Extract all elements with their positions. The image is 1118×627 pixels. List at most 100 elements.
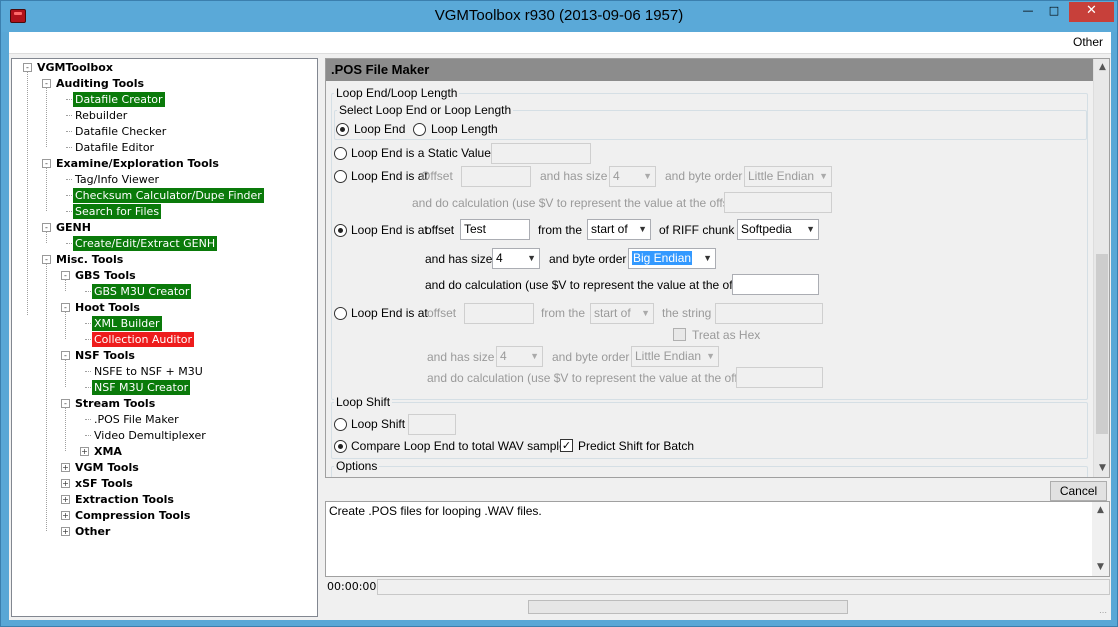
tree-datafile-editor[interactable]: Datafile Editor: [73, 140, 156, 155]
expand-icon[interactable]: +: [61, 511, 70, 520]
tree-create-genh[interactable]: Create/Edit/Extract GENH: [73, 236, 218, 251]
size-select-3[interactable]: 4 ▼: [496, 346, 543, 367]
collapse-icon[interactable]: -: [61, 399, 70, 408]
riff-chunk-select[interactable]: Softpedia ▼: [737, 219, 819, 240]
chevron-down-icon: ▼: [641, 308, 650, 318]
tree-collection-auditor[interactable]: Collection Auditor: [92, 332, 195, 347]
scroll-up-icon[interactable]: ▲: [1094, 59, 1109, 76]
offset-label-2: offset: [425, 223, 455, 237]
tree-rebuilder[interactable]: Rebuilder: [73, 108, 129, 123]
tree-compression-tools[interactable]: Compression Tools: [73, 508, 192, 523]
tree-genh[interactable]: GENH: [54, 220, 93, 235]
loop-shift-input[interactable]: [408, 414, 456, 435]
calc-input-1[interactable]: [724, 192, 832, 213]
scroll-down-icon[interactable]: ▼: [1094, 460, 1109, 477]
predict-shift-checkbox[interactable]: ✓: [560, 439, 573, 452]
static-value-radio[interactable]: [334, 147, 347, 160]
scroll-thumb[interactable]: [1096, 254, 1108, 434]
tree-root[interactable]: VGMToolbox: [35, 60, 115, 75]
options-group-title: Options: [334, 459, 380, 473]
collapse-icon[interactable]: -: [61, 271, 70, 280]
loop-shift-radio[interactable]: [334, 418, 347, 431]
offset-input-3[interactable]: [464, 303, 534, 324]
byte-order-select-2[interactable]: Big Endian ▼: [628, 248, 716, 269]
log-scrollbar[interactable]: ▲ ▼: [1092, 502, 1109, 576]
loop-end-at-radio-3[interactable]: [334, 307, 347, 320]
tree-auditing-tools[interactable]: Auditing Tools: [54, 76, 146, 91]
tree-stream-tools[interactable]: Stream Tools: [73, 396, 157, 411]
offset-input-1[interactable]: [461, 166, 531, 187]
tree-datafile-creator[interactable]: Datafile Creator: [73, 92, 165, 107]
string-input[interactable]: [715, 303, 823, 324]
tree-xma[interactable]: XMA: [92, 444, 124, 459]
tree-gbs-m3u-creator[interactable]: GBS M3U Creator: [92, 284, 192, 299]
tree-extraction-tools[interactable]: Extraction Tools: [73, 492, 176, 507]
collapse-icon[interactable]: -: [42, 223, 51, 232]
expand-icon[interactable]: +: [61, 527, 70, 536]
tree-datafile-checker[interactable]: Datafile Checker: [73, 124, 168, 139]
static-value-label: Loop End is a Static Value: [351, 146, 491, 160]
collapse-icon[interactable]: -: [61, 303, 70, 312]
maximize-button[interactable]: □: [1041, 2, 1067, 22]
collapse-icon[interactable]: -: [23, 63, 32, 72]
tree-xml-builder[interactable]: XML Builder: [92, 316, 162, 331]
tree-nsf-tools[interactable]: NSF Tools: [73, 348, 137, 363]
collapse-icon[interactable]: -: [42, 255, 51, 264]
treat-hex-checkbox[interactable]: [673, 328, 686, 341]
resize-grip-icon[interactable]: ⋯: [1099, 608, 1109, 618]
tree-hoot-tools[interactable]: Hoot Tools: [73, 300, 142, 315]
collapse-icon[interactable]: -: [42, 79, 51, 88]
collapse-icon[interactable]: -: [61, 351, 70, 360]
loop-end-at-label-3: Loop End is at: [351, 306, 428, 320]
tree-video-demultiplexer[interactable]: Video Demultiplexer: [92, 428, 208, 443]
cancel-button[interactable]: Cancel: [1050, 481, 1107, 501]
size-select-2[interactable]: 4 ▼: [492, 248, 540, 269]
tree-checksum-calculator[interactable]: Checksum Calculator/Dupe Finder: [73, 188, 264, 203]
tree-xsf-tools[interactable]: xSF Tools: [73, 476, 135, 491]
loop-end-radio[interactable]: [336, 123, 349, 136]
compare-radio[interactable]: [334, 440, 347, 453]
title-bar[interactable]: VGMToolbox r930 (2013-09-06 1957) — □ ✕: [1, 1, 1117, 32]
minimize-button[interactable]: —: [1015, 2, 1041, 22]
tree-misc-tools[interactable]: Misc. Tools: [54, 252, 125, 267]
menu-other[interactable]: Other: [1073, 35, 1103, 49]
chevron-down-icon: ▼: [703, 253, 712, 263]
scroll-up-icon[interactable]: ▲: [1092, 502, 1109, 519]
loop-length-radio[interactable]: [413, 123, 426, 136]
tree-nsfe-to-nsf[interactable]: NSFE to NSF + M3U: [92, 364, 205, 379]
position-select-3[interactable]: start of ▼: [590, 303, 654, 324]
loop-end-at-radio-2[interactable]: [334, 224, 347, 237]
expand-icon[interactable]: +: [61, 479, 70, 488]
byte-order-select-1[interactable]: Little Endian ▼: [744, 166, 832, 187]
static-value-input[interactable]: [491, 143, 591, 164]
has-size-label-1: and has size: [540, 169, 608, 183]
expand-icon[interactable]: +: [61, 495, 70, 504]
close-button[interactable]: ✕: [1069, 2, 1114, 22]
collapse-icon[interactable]: -: [42, 159, 51, 168]
expand-icon[interactable]: +: [61, 463, 70, 472]
log-output[interactable]: Create .POS files for looping .WAV files…: [325, 501, 1110, 577]
byte-order-select-3[interactable]: Little Endian ▼: [631, 346, 719, 367]
expand-icon[interactable]: +: [80, 447, 89, 456]
tree-other[interactable]: Other: [73, 524, 112, 539]
tree-search-for-files[interactable]: Search for Files: [73, 204, 162, 219]
offset-input-2[interactable]: Test: [460, 219, 530, 240]
panel-scrollbar[interactable]: ▲ ▼: [1093, 59, 1109, 477]
calc-input-2[interactable]: [732, 274, 819, 295]
loop-end-label: Loop End: [354, 122, 406, 136]
tree-tag-info-viewer[interactable]: Tag/Info Viewer: [73, 172, 161, 187]
tree-pos-file-maker[interactable]: .POS File Maker: [92, 412, 181, 427]
tool-tree[interactable]: - VGMToolbox - Auditing Tools Datafile C…: [11, 58, 318, 617]
tree-nsf-m3u-creator[interactable]: NSF M3U Creator: [92, 380, 191, 395]
tree-examine-tools[interactable]: Examine/Exploration Tools: [54, 156, 221, 171]
chevron-down-icon: ▼: [806, 224, 815, 234]
scroll-down-icon[interactable]: ▼: [1092, 559, 1109, 576]
elapsed-time: 00:00:00: [327, 579, 377, 595]
position-select-2[interactable]: start of ▼: [587, 219, 651, 240]
loop-end-at-radio-1[interactable]: [334, 170, 347, 183]
calc-input-3[interactable]: [736, 367, 823, 388]
tree-gbs-tools[interactable]: GBS Tools: [73, 268, 138, 283]
size-select-1[interactable]: 4 ▼: [609, 166, 656, 187]
tree-vgm-tools[interactable]: VGM Tools: [73, 460, 141, 475]
status-field: [377, 579, 1110, 595]
